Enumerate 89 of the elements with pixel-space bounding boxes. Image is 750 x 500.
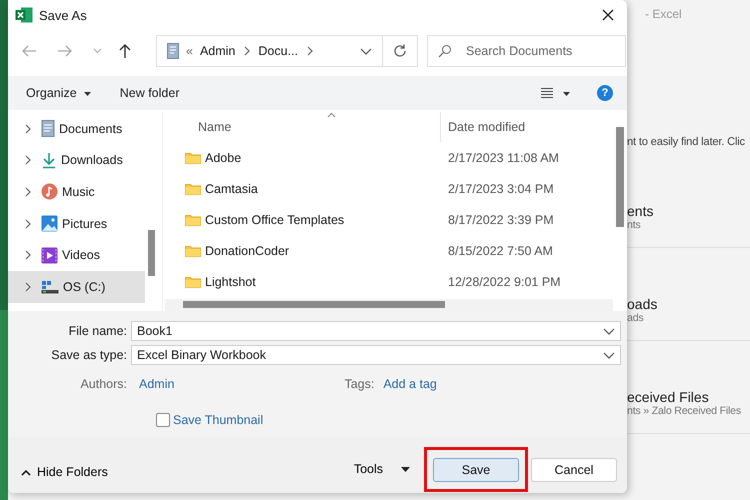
file-name-field[interactable]: Book1 xyxy=(131,321,621,341)
new-folder-button[interactable]: New folder xyxy=(114,82,186,104)
date-cell-text: 8/17/2022 3:39 PM xyxy=(447,212,554,227)
authors-link[interactable]: Admin xyxy=(139,377,174,391)
folder-icon xyxy=(185,212,201,227)
file-name-cell[interactable]: Lightshot xyxy=(205,274,256,289)
place-path: nts xyxy=(627,219,642,231)
chevron-right-icon xyxy=(23,249,32,262)
document-icon xyxy=(41,120,55,138)
add-tag-link[interactable]: Add a tag xyxy=(383,377,437,391)
folder-icon xyxy=(185,274,201,289)
scrollbar[interactable] xyxy=(616,127,624,227)
sort-caret-icon xyxy=(327,112,336,118)
chevron-right-icon xyxy=(305,45,314,57)
field-label: File name: xyxy=(68,324,127,338)
scrollbar[interactable] xyxy=(148,230,155,276)
document-icon xyxy=(167,43,179,59)
folder-tree-item[interactable]: Pictures xyxy=(8,208,145,240)
list-view-icon xyxy=(540,87,554,99)
chevron-down-icon xyxy=(603,326,615,336)
drive-icon xyxy=(41,280,59,294)
file-name-cell[interactable]: Camtasia xyxy=(205,182,258,196)
back-arrow-icon[interactable] xyxy=(21,44,37,58)
chevron-right-icon xyxy=(23,122,32,135)
chevron-down-icon xyxy=(603,350,615,360)
field-label: Save as type: xyxy=(50,348,127,362)
chevron-right-icon xyxy=(242,45,252,57)
file-name-cell[interactable]: Custom Office Templates xyxy=(205,212,344,227)
refresh-button[interactable] xyxy=(382,35,418,67)
caret-icon xyxy=(400,466,411,472)
music-icon xyxy=(41,183,58,200)
caret-up-icon xyxy=(21,468,31,476)
cancel-button[interactable]: Cancel xyxy=(531,458,617,482)
column-header[interactable]: Name xyxy=(165,112,440,142)
video-icon xyxy=(41,246,58,264)
field-label: Tags: xyxy=(344,377,374,391)
up-arrow-icon[interactable] xyxy=(118,43,132,59)
organize-button[interactable]: Organize xyxy=(20,82,98,104)
save-button[interactable]: Save xyxy=(433,458,519,482)
breadcrumb-overflow[interactable]: « xyxy=(186,44,193,58)
folder-icon xyxy=(185,244,201,258)
file-name-cell[interactable]: Adobe xyxy=(205,150,242,164)
place-path: nts » Zalo Received Files xyxy=(627,405,742,417)
breadcrumb-item[interactable]: Admin xyxy=(200,44,236,58)
spreadsheet-icon xyxy=(15,7,33,23)
close-icon[interactable] xyxy=(601,8,615,22)
caret-icon xyxy=(82,90,92,96)
search-field[interactable]: Search Documents xyxy=(427,35,626,67)
caret-icon xyxy=(562,90,571,96)
place-path: ads xyxy=(627,312,644,324)
address-bar[interactable]: « Admin Docu... xyxy=(156,35,382,67)
date-cell-text: 2/17/2023 11:08 AM xyxy=(447,150,559,164)
folder-icon xyxy=(185,150,201,164)
help-button[interactable]: ? xyxy=(597,85,613,101)
column-header[interactable]: Date modified xyxy=(440,112,526,142)
field-label: Authors: xyxy=(79,377,127,391)
window-title: Save As xyxy=(39,8,87,22)
date-cell-text: 8/15/2022 7:50 AM xyxy=(447,244,553,258)
chevron-right-icon xyxy=(23,154,32,166)
chevron-right-icon xyxy=(23,218,32,230)
picture-icon xyxy=(41,215,58,232)
folder-tree-item[interactable]: OS (C:) xyxy=(8,270,145,303)
search-icon xyxy=(438,44,452,58)
refresh-icon xyxy=(392,43,408,59)
folder-tree-item[interactable]: Music xyxy=(8,176,145,208)
app-title: - Excel xyxy=(644,6,683,23)
folder-tree-item[interactable]: Videos xyxy=(8,239,145,271)
scrollbar[interactable] xyxy=(183,301,445,308)
file-type-dropdown[interactable]: Excel Binary Workbook xyxy=(131,345,621,365)
chevron-right-icon xyxy=(23,186,32,198)
checkbox[interactable] xyxy=(156,413,170,427)
tools-button[interactable]: Tools xyxy=(350,458,415,480)
date-cell-text: 2/17/2023 3:04 PM xyxy=(447,182,554,196)
hide-folders-button[interactable]: Hide Folders xyxy=(17,461,112,483)
chevron-down-icon[interactable] xyxy=(360,46,372,56)
place-name[interactable]: eceived Files xyxy=(627,389,750,405)
hint-text: nt to easily find later. Clic xyxy=(627,136,746,148)
folder-tree-item[interactable]: Downloads xyxy=(8,144,145,176)
chevron-right-icon xyxy=(23,280,32,293)
forward-arrow-icon[interactable] xyxy=(57,44,73,58)
breadcrumb-item[interactable]: Docu... xyxy=(258,44,298,58)
checkbox-label[interactable]: Save Thumbnail xyxy=(173,413,264,427)
file-name-cell[interactable]: DonationCoder xyxy=(205,244,290,258)
place-name[interactable]: ents xyxy=(627,203,750,219)
download-icon xyxy=(41,152,57,169)
place-name[interactable]: oads xyxy=(627,296,750,312)
folder-icon xyxy=(185,182,201,196)
date-cell-text: 12/28/2022 9:01 PM xyxy=(447,274,561,289)
folder-tree-item[interactable]: Documents xyxy=(8,113,145,145)
